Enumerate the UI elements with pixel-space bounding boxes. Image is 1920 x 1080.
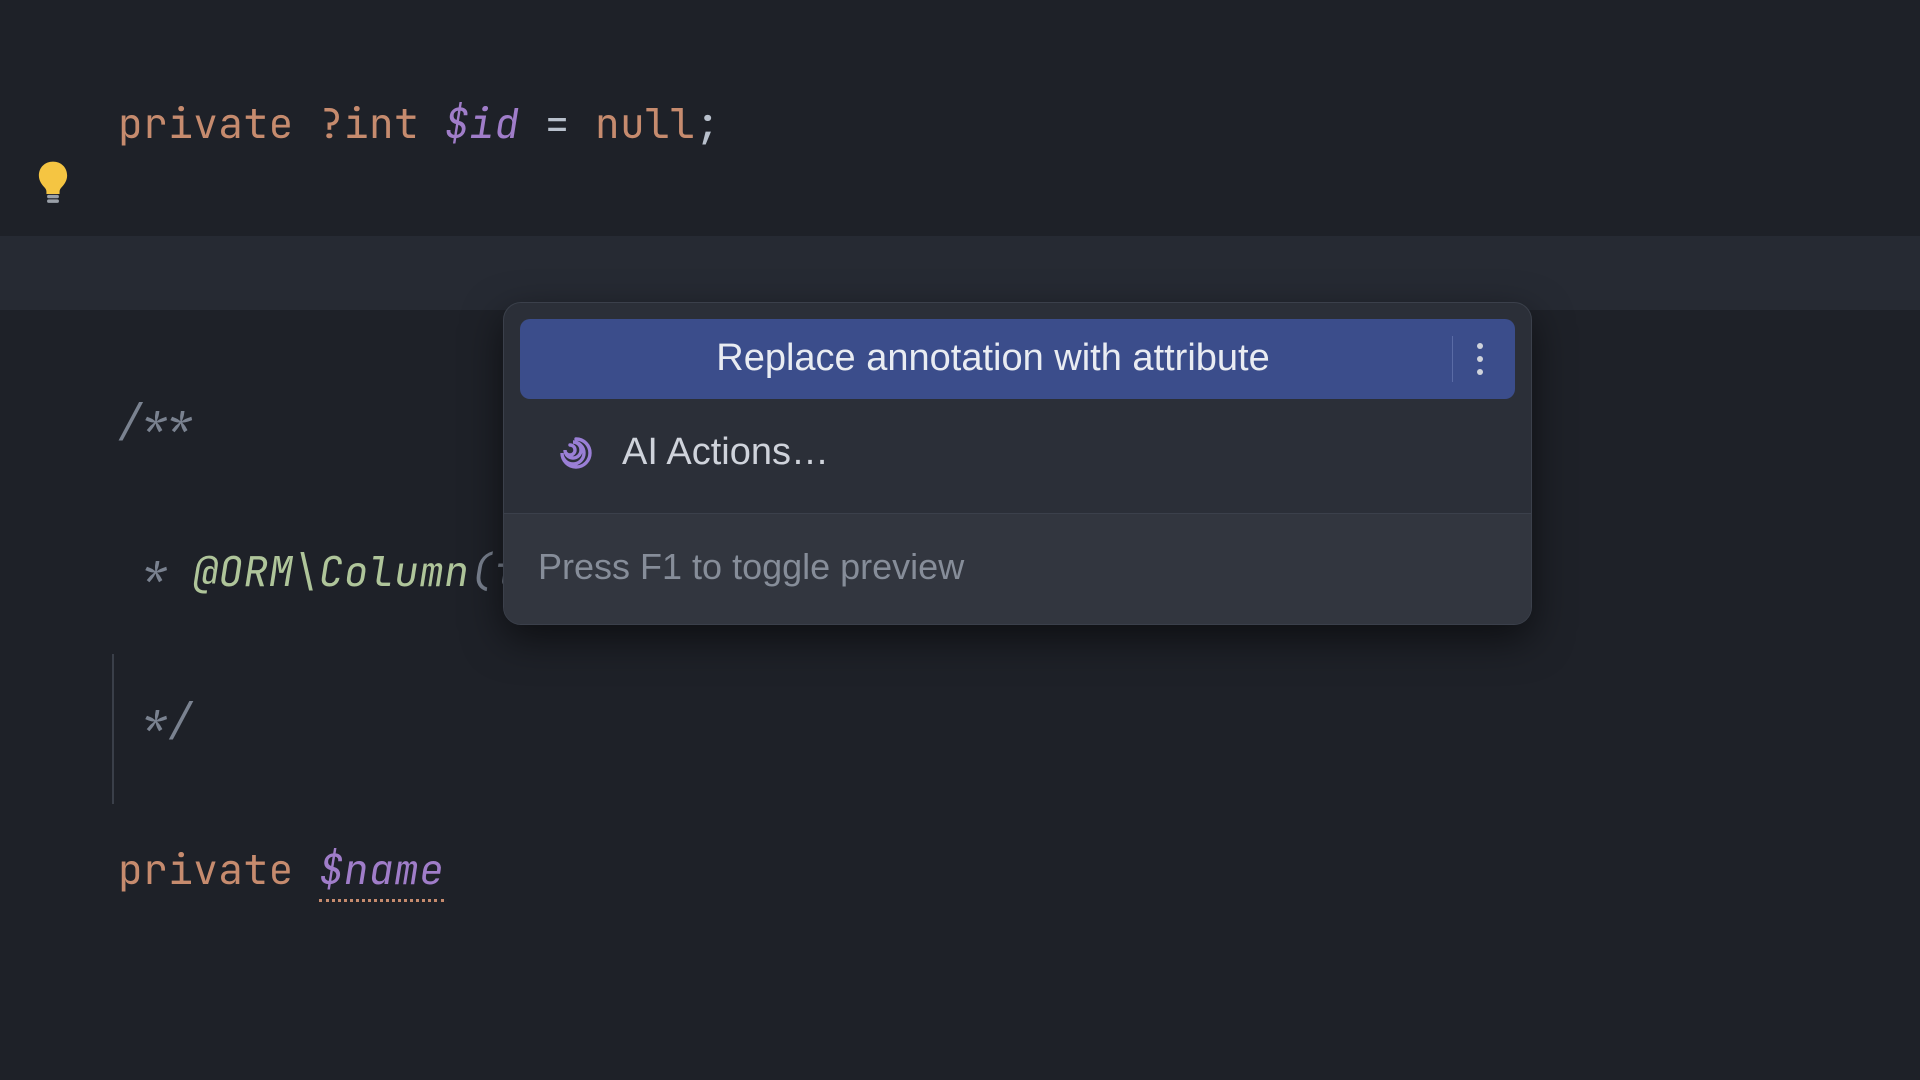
intention-item-label: AI Actions…: [622, 418, 829, 487]
intention-replace-annotation[interactable]: Replace annotation with attribute: [520, 319, 1515, 399]
popup-footer-hint: Press F1 to toggle preview: [504, 513, 1531, 624]
intention-ai-actions[interactable]: AI Actions…: [520, 413, 1515, 493]
lightbulb-icon[interactable]: [32, 160, 74, 206]
popup-divider: [1452, 336, 1453, 382]
code-line[interactable]: private $name: [118, 833, 1147, 908]
intention-item-label: Replace annotation with attribute: [552, 324, 1434, 393]
more-vertical-icon[interactable]: [1469, 343, 1491, 375]
code-line[interactable]: [118, 982, 1147, 1057]
code-line[interactable]: [118, 236, 1147, 311]
spiral-ai-icon: [556, 433, 596, 473]
popup-body: Replace annotation with attribute AI Act…: [504, 303, 1531, 493]
indent-guide: [112, 654, 114, 804]
code-line[interactable]: */: [118, 684, 1147, 759]
intention-actions-popup: Replace annotation with attribute AI Act…: [503, 302, 1532, 625]
code-line[interactable]: private ?int $id = null;: [118, 87, 1147, 162]
editor-gutter: [0, 0, 90, 1080]
